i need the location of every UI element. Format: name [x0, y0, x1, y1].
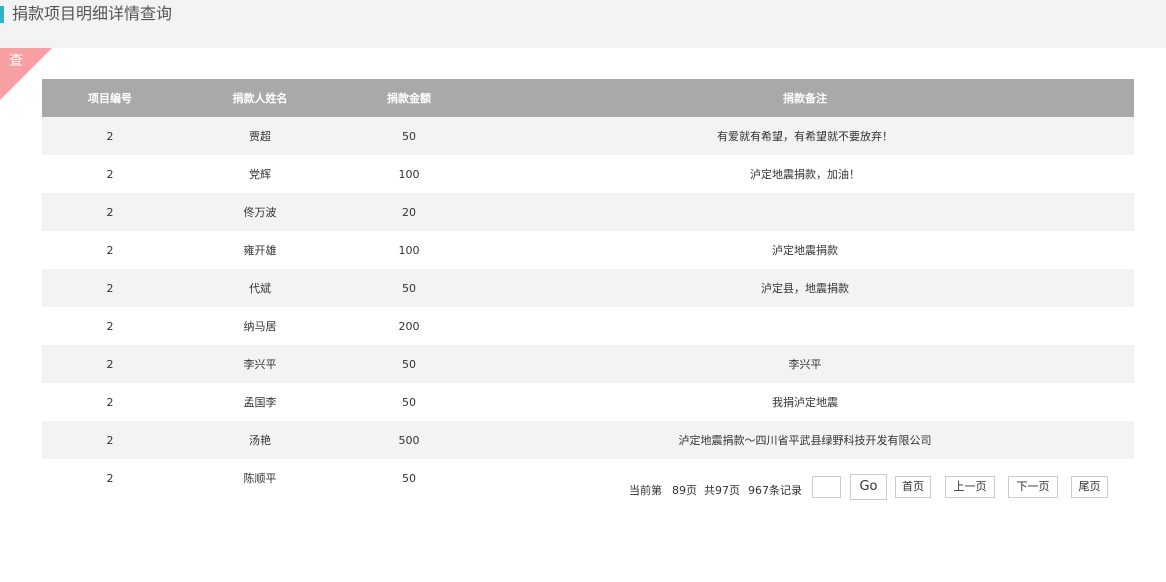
cell-donor-name: 李兴平: [178, 345, 342, 383]
pager-total-pages: 共97页: [704, 484, 740, 497]
corner-badge-label: 查: [9, 53, 23, 69]
cell-donor-name: 汤艳: [178, 421, 342, 459]
cell-project-id: 2: [42, 307, 178, 345]
table-header-row: 项目编号 捐款人姓名 捐款金额 捐款备注: [42, 79, 1134, 117]
cell-note: 泸定地震捐款: [476, 231, 1134, 269]
page-number-input[interactable]: [812, 476, 841, 498]
column-header-amount: 捐款金额: [342, 79, 476, 117]
cell-amount: 500: [342, 421, 476, 459]
next-page-button[interactable]: 下一页: [1008, 476, 1058, 498]
table-row: 2 佟万波 20: [42, 193, 1134, 231]
cell-amount: 50: [342, 345, 476, 383]
cell-donor-name: 雍开雄: [178, 231, 342, 269]
column-header-note: 捐款备注: [476, 79, 1134, 117]
cell-project-id: 2: [42, 193, 178, 231]
cell-project-id: 2: [42, 117, 178, 155]
page-title: 捐款项目明细详情查询: [12, 4, 173, 23]
cell-project-id: 2: [42, 383, 178, 421]
cell-note: 有爱就有希望，有希望就不要放弃！: [476, 117, 1134, 155]
go-button[interactable]: Go: [850, 474, 887, 500]
cell-note: [476, 193, 1134, 231]
title-accent-bar: [0, 6, 4, 23]
table-row: 2 贾超 50 有爱就有希望，有希望就不要放弃！: [42, 117, 1134, 155]
cell-amount: 50: [342, 269, 476, 307]
cell-amount: 50: [342, 383, 476, 421]
last-page-button[interactable]: 尾页: [1071, 476, 1108, 498]
cell-donor-name: 佟万波: [178, 193, 342, 231]
cell-project-id: 2: [42, 155, 178, 193]
table-row: 2 代斌 50 泸定县，地震捐款: [42, 269, 1134, 307]
page-header: 捐款项目明细详情查询: [0, 0, 1166, 48]
cell-note: 泸定地震捐款～四川省平武县绿野科技开发有限公司: [476, 421, 1134, 459]
cell-note: 泸定县，地震捐款: [476, 269, 1134, 307]
cell-amount: 20: [342, 193, 476, 231]
cell-note: 泸定地震捐款，加油！: [476, 155, 1134, 193]
pager-current-prefix: 当前第: [629, 484, 662, 497]
table-row: 2 雍开雄 100 泸定地震捐款: [42, 231, 1134, 269]
cell-donor-name: 贾超: [178, 117, 342, 155]
table-row: 2 李兴平 50 李兴平: [42, 345, 1134, 383]
cell-note: 我捐泸定地震: [476, 383, 1134, 421]
cell-amount: 50: [342, 117, 476, 155]
cell-amount: 100: [342, 231, 476, 269]
donation-table: 项目编号 捐款人姓名 捐款金额 捐款备注 2 贾超 50 有爱就有希望，有希望就不要放…: [42, 79, 1134, 497]
cell-project-id: 2: [42, 231, 178, 269]
cell-donor-name: 代斌: [178, 269, 342, 307]
cell-amount: 200: [342, 307, 476, 345]
cell-project-id: 2: [42, 421, 178, 459]
first-page-button[interactable]: 首页: [895, 476, 931, 498]
table-row: 2 党辉 100 泸定地震捐款，加油！: [42, 155, 1134, 193]
pager-current-page: 89页: [672, 484, 697, 497]
column-header-donor-name: 捐款人姓名: [178, 79, 342, 117]
prev-page-button[interactable]: 上一页: [945, 476, 995, 498]
table-row: 2 纳马居 200: [42, 307, 1134, 345]
table-row: 2 汤艳 500 泸定地震捐款～四川省平武县绿野科技开发有限公司: [42, 421, 1134, 459]
table-row: 2 孟国李 50 我捐泸定地震: [42, 383, 1134, 421]
cell-donor-name: 纳马居: [178, 307, 342, 345]
pagination: 当前第 89页 共97页 967条记录 Go 首页 上一页 下一页 尾页: [0, 474, 1166, 502]
cell-donor-name: 孟国李: [178, 383, 342, 421]
cell-donor-name: 党辉: [178, 155, 342, 193]
cell-amount: 100: [342, 155, 476, 193]
pager-total-records: 967条记录: [748, 484, 802, 497]
cell-note: [476, 307, 1134, 345]
cell-project-id: 2: [42, 345, 178, 383]
cell-note: 李兴平: [476, 345, 1134, 383]
column-header-project-id: 项目编号: [42, 79, 178, 117]
cell-project-id: 2: [42, 269, 178, 307]
